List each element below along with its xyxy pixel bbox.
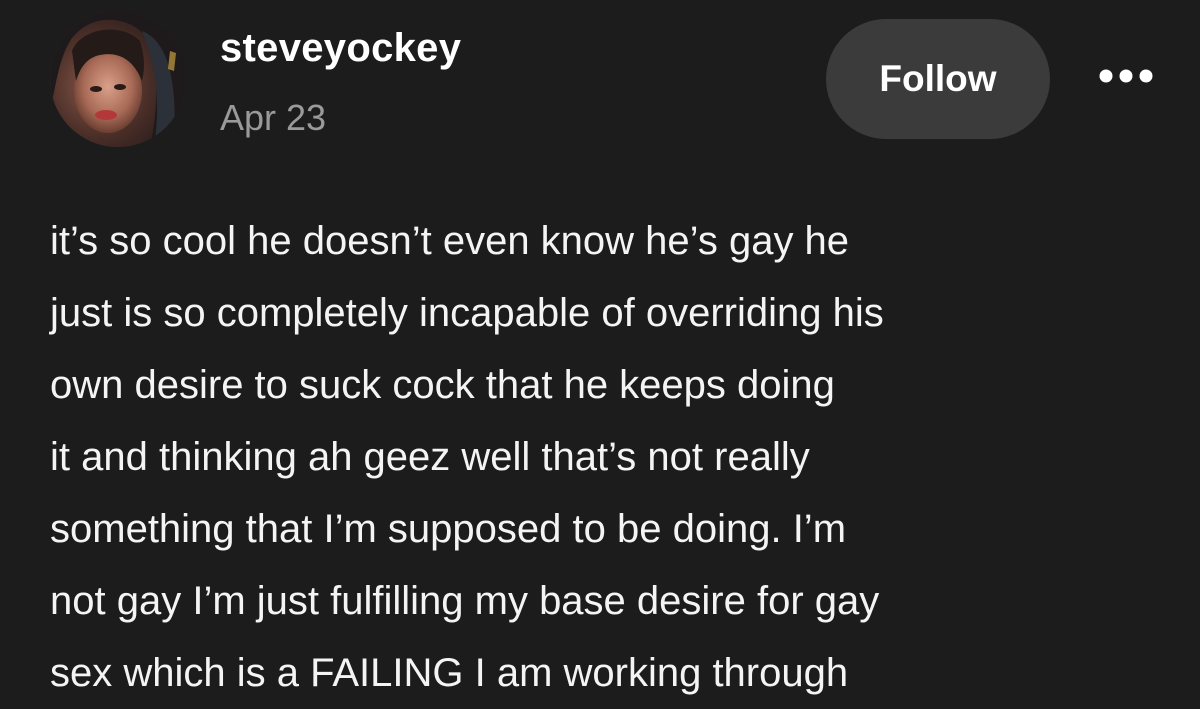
post-body-line: it’s so cool he doesn’t even know he’s g… [50, 219, 850, 263]
post-body-line: something that I’m supposed to be doing.… [50, 507, 847, 551]
post-date[interactable]: Apr 23 [220, 96, 326, 140]
post-body: it’s so cool he doesn’t even know he’s g… [50, 205, 1160, 709]
post: steveyockey Apr 23 Follow it’s so cool h… [0, 0, 1200, 709]
author-username[interactable]: steveyockey [220, 24, 461, 72]
more-horizontal-icon [1099, 69, 1153, 83]
post-body-line: not gay I’m just fulfilling my base desi… [50, 579, 880, 623]
post-body-line: just is so completely incapable of overr… [50, 291, 884, 335]
post-body-line: it and thinking ah geez well that’s not … [50, 435, 810, 479]
post-header: steveyockey Apr 23 Follow [0, 0, 1200, 170]
follow-button[interactable]: Follow [826, 19, 1050, 139]
avatar[interactable] [50, 11, 186, 147]
post-body-line: own desire to suck cock that he keeps do… [50, 363, 835, 407]
more-options-button[interactable] [1094, 60, 1158, 92]
avatar-image [50, 11, 186, 147]
post-body-line: sex which is a FAILING I am working thro… [50, 651, 849, 695]
